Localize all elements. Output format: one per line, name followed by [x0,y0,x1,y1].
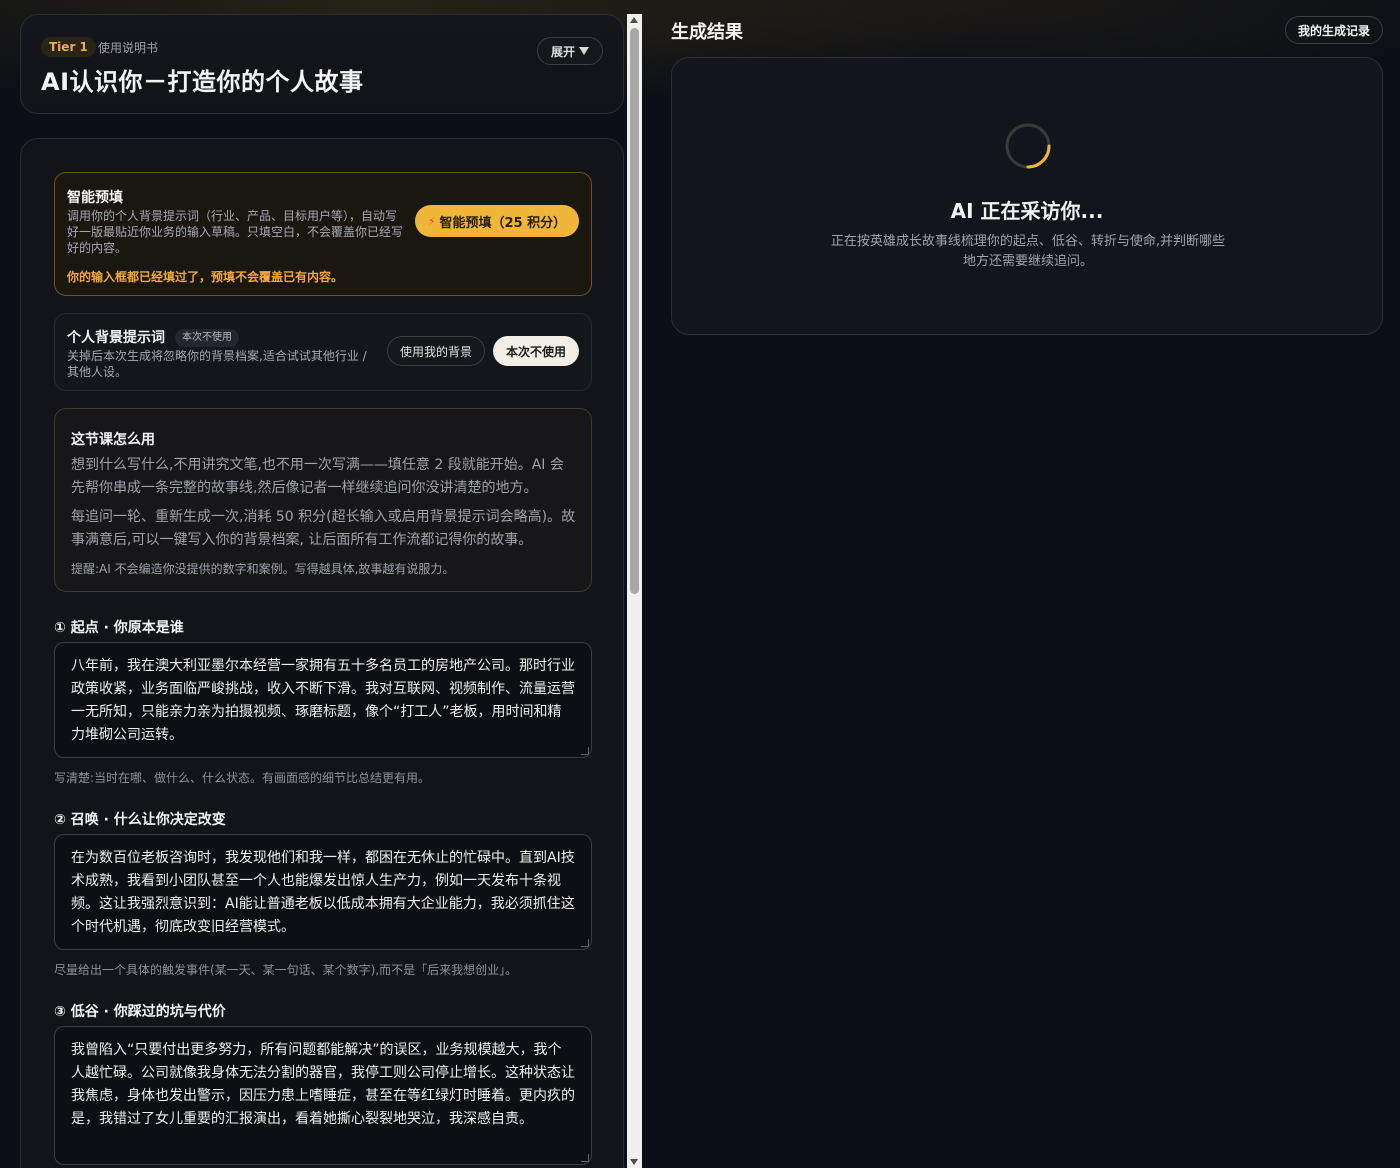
manual-link[interactable]: 使用说明书 [98,39,158,56]
prefill-card: 智能预填 调用你的个人背景提示词（行业、产品、目标用户等），自动写好一版最贴近你… [54,172,592,296]
use-background-button[interactable]: 使用我的背景 [387,336,485,366]
scrollbar-thumb[interactable] [630,28,639,594]
howto-paragraph: 想到什么写什么,不用讲究文笔,也不用一次写满——填任意 2 段就能开始。AI 会… [71,457,564,496]
chevron-down-icon [579,47,589,55]
prefill-button[interactable]: ⚡ 智能预填（25 积分） [415,205,579,237]
prefill-warning: 你的输入框都已经填过了，预填不会覆盖已有内容。 [67,270,344,284]
resize-handle-icon[interactable] [581,1154,589,1162]
header-card: Tier 1 使用说明书 AI认识你－打造你的个人故事 展开 [20,14,624,114]
question-label-low: ③ 低谷 · 你踩过的坑与代价 [54,1004,226,1020]
scrollbar[interactable] [627,14,642,1168]
loading-title: AI 正在采访你... [950,199,1104,223]
howto-title: 这节课怎么用 [71,432,155,448]
background-title: 个人背景提示词 [67,330,165,346]
scroll-down-icon[interactable] [630,1159,638,1165]
scroll-up-icon[interactable] [630,17,638,23]
lightning-icon: ⚡ [427,214,436,228]
question-textarea-start[interactable]: 八年前，我在澳大利亚墨尔本经营一家拥有五十多名员工的房地产公司。那时行业政策收紧… [54,642,592,758]
question-text: 八年前，我在澳大利亚墨尔本经营一家拥有五十多名员工的房地产公司。那时行业政策收紧… [71,658,575,743]
tier-badge: Tier 1 [41,37,96,57]
skip-background-button[interactable]: 本次不使用 [493,336,579,366]
question-text: 我曾陷入“只要付出更多努力，所有问题都能解决”的误区，业务规模越大，我个人越忙碌… [71,1042,575,1127]
question-hint: 尽量给出一个具体的触发事件(某一天、某一句话、某个数字),而不是「后来我想创业」… [54,963,518,977]
form-card: 智能预填 调用你的个人背景提示词（行业、产品、目标用户等），自动写好一版最贴近你… [20,138,624,1168]
expand-button[interactable]: 展开 [537,37,603,65]
background-prompt-card: 个人背景提示词 本次不使用 关掉后本次生成将忽略你的背景档案,适合试试其他行业 … [54,313,592,391]
prefill-title: 智能预填 [67,190,123,206]
background-description: 关掉后本次生成将忽略你的背景档案,适合试试其他行业 / 其他人设。 [67,349,367,379]
question-label-start: ① 起点 · 你原本是谁 [54,620,184,636]
question-label-call: ② 召唤 · 什么让你决定改变 [54,812,226,828]
loading-spinner-icon [1005,123,1051,169]
question-textarea-call[interactable]: 在为数百位老板咨询时，我发现他们和我一样，都困在无休止的忙碌中。直到AI技术成熟… [54,834,592,950]
prefill-button-label: 智能预填（25 积分） [439,215,567,231]
left-panel: Tier 1 使用说明书 AI认识你－打造你的个人故事 展开 智能预填 调用你的… [20,14,624,1168]
loading-description: 正在按英雄成长故事线梳理你的起点、低谷、转折与使命,并判断哪些地方还需要继续追问… [830,234,1226,269]
howto-paragraph: 每追问一轮、重新生成一次,消耗 50 积分(超长输入或启用背景提示词会略高)。故… [71,509,576,548]
howto-card: 这节课怎么用 想到什么写什么,不用讲究文笔,也不用一次写满——填任意 2 段就能… [54,408,592,592]
result-card: AI 正在采访你... 正在按英雄成长故事线梳理你的起点、低谷、转折与使命,并判… [671,57,1383,335]
page-title: AI认识你－打造你的个人故事 [41,68,364,96]
resize-handle-icon[interactable] [581,747,589,755]
howto-tip: 提醒:AI 不会编造你没提供的数字和案例。写得越具体,故事越有说服力。 [71,562,455,576]
history-button[interactable]: 我的生成记录 [1285,16,1383,44]
question-hint: 写清楚:当时在哪、做什么、什么状态。有画面感的细节比总结更有用。 [54,771,431,785]
question-textarea-low[interactable]: 我曾陷入“只要付出更多努力，所有问题都能解决”的误区，业务规模越大，我个人越忙碌… [54,1026,592,1165]
prefill-description: 调用你的个人背景提示词（行业、产品、目标用户等），自动写好一版最贴近你业务的输入… [67,209,404,255]
expand-label: 展开 [550,44,575,59]
question-text: 在为数百位老板咨询时，我发现他们和我一样，都困在无休止的忙碌中。直到AI技术成熟… [71,850,575,935]
background-status-badge: 本次不使用 [175,329,239,347]
resize-handle-icon[interactable] [581,939,589,947]
result-title: 生成结果 [671,22,743,43]
